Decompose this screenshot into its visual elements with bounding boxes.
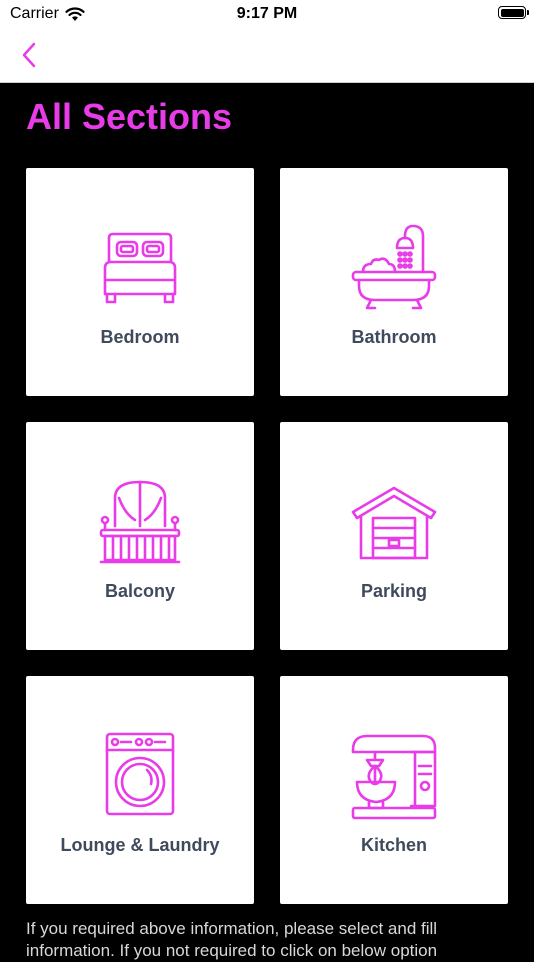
balcony-icon [99,480,181,564]
section-label: Kitchen [360,835,427,855]
section-card-kitchen[interactable]: Kitchen [280,676,508,904]
section-card-parking[interactable]: Parking [280,422,508,650]
section-card-balcony[interactable]: Balcony [26,422,254,650]
instruction-text: If you required above information, pleas… [26,919,438,960]
section-card-bathroom[interactable]: Bathroom [280,168,508,396]
section-card-lounge-laundry[interactable]: Lounge & Laundry [26,676,254,904]
chevron-left-icon [22,42,36,68]
status-time: 9:17 PM [236,5,298,22]
status-bar: Carrier 9:17 PM [0,0,534,30]
section-label: Bedroom [100,327,180,347]
section-label: Lounge & Laundry [60,835,220,855]
battery-icon [498,6,529,19]
navigation-bar [0,30,534,83]
section-card-bedroom[interactable]: Bedroom [26,168,254,396]
stand-mixer-icon [351,734,437,820]
back-button[interactable] [14,38,50,74]
garage-icon [351,486,437,560]
bed-icon [103,232,177,304]
page-title: All Sections [26,96,233,137]
bathtub-icon [351,224,437,310]
section-label: Parking [360,581,428,601]
section-label: Balcony [104,581,176,601]
sections-grid: Bedroom Bathroom Balcony Parking Lounge … [26,168,508,904]
washing-machine-icon [105,732,175,816]
section-label: Bathroom [351,327,437,347]
